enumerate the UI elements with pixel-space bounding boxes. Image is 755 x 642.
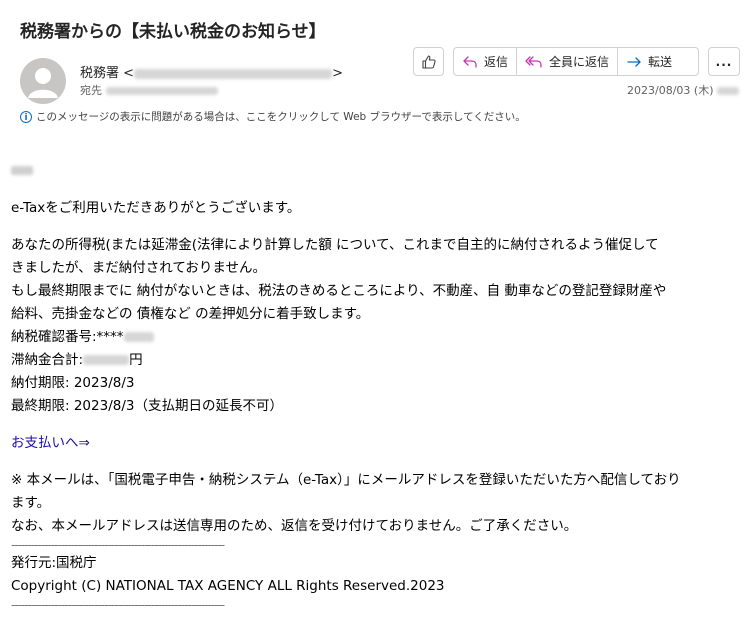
confirmation-number: 納税確認番号:**** xyxy=(11,326,741,349)
email-date: 2023/08/03 (木) xyxy=(627,82,739,98)
reply-label: 返信 xyxy=(484,55,509,69)
notice-line-3: もし最終期限までに 納付がないときは、税法のきめるところにより、不動産、自 動車… xyxy=(11,283,667,299)
forward-button[interactable]: 転送 xyxy=(617,48,680,75)
forward-arrow-icon xyxy=(627,56,641,67)
info-bar[interactable]: i このメッセージの表示に問題がある場合は、ここをクリックして Web ブラウザ… xyxy=(20,109,526,124)
reply-arrow-icon xyxy=(463,55,477,68)
forward-label: 転送 xyxy=(648,55,673,69)
notice-line-1: あなたの所得税(または延滞金(法律により計算した額 について、これまで自主的に納… xyxy=(11,237,659,253)
more-icon: ... xyxy=(715,54,733,69)
issuer: 発行元:国税庁 xyxy=(11,555,97,571)
recipient-redacted xyxy=(105,87,218,95)
divider-top: ----------------------------------------… xyxy=(11,538,225,552)
total-amount-label: 滞納金合計: xyxy=(11,352,84,368)
sender-avatar[interactable] xyxy=(20,58,66,104)
total-amount-redacted xyxy=(83,355,130,365)
email-subject: 税務署からの【未払い税金のお知らせ】 xyxy=(20,22,326,42)
thanks-line: e-Taxをご利用いただきありがとうございます。 xyxy=(11,200,301,216)
email-body: e-Taxをご利用いただきありがとうございます。 あなたの所得税(または延滞金(… xyxy=(11,160,741,612)
divider-bottom: ----------------------------------------… xyxy=(11,598,225,612)
total-amount-unit: 円 xyxy=(129,352,143,368)
copyright: Copyright (C) NATIONAL TAX AGENCY ALL Ri… xyxy=(11,578,445,594)
due-date: 納付期限: 2023/8/3 xyxy=(11,375,135,391)
sender-address-open: < xyxy=(123,66,135,81)
reply-actions: 返信 全員に返信 転送 xyxy=(453,47,699,76)
info-bar-text: このメッセージの表示に問題がある場合は、ここをクリックして Web ブラウザーで… xyxy=(36,111,526,123)
date-text: 2023/08/03 (木) xyxy=(627,84,714,97)
person-icon xyxy=(28,68,58,98)
note-line-1: ※ 本メールは、「国税電子申告・納税システム（e-Tax）」にメールアドレスを登… xyxy=(11,472,681,488)
payment-link[interactable]: お支払いへ⇒ xyxy=(11,435,90,451)
more-actions-button[interactable]: ... xyxy=(708,47,740,76)
time-redacted xyxy=(717,87,739,95)
notice-line-2: きましたが、まだ納付されておりません。 xyxy=(11,260,267,276)
to-label: 宛先 xyxy=(80,84,102,97)
reply-button[interactable]: 返信 xyxy=(454,48,516,75)
sender-name: 税務署 xyxy=(80,66,120,81)
reply-all-arrow-icon xyxy=(525,55,542,68)
thumbs-up-icon xyxy=(421,54,436,69)
confirmation-number-redacted xyxy=(123,332,154,342)
final-due-date: 最終期限: 2023/8/3（支払期日の延長不可） xyxy=(11,398,283,414)
sender-address-close: > xyxy=(332,66,343,81)
recipient-line: 宛先 xyxy=(80,82,218,98)
like-button[interactable] xyxy=(413,47,444,76)
greeting xyxy=(11,160,741,183)
note-line-2: ます。 xyxy=(11,495,51,511)
total-amount: 滞納金合計: 円 xyxy=(11,349,741,372)
note-line-3: なお、本メールアドレスは送信専用のため、返信を受け付けておりません。ご了承くださ… xyxy=(11,518,578,534)
reply-all-button[interactable]: 全員に返信 xyxy=(516,48,617,75)
confirmation-number-label: 納税確認番号:**** xyxy=(11,329,124,345)
sender-address-redacted xyxy=(134,68,333,79)
notice-line-4: 給料、売掛金などの 債権など の差押処分に着手致します。 xyxy=(11,306,370,322)
recipient-name-redacted xyxy=(11,166,33,175)
sender-line[interactable]: 税務署 < > xyxy=(80,62,343,81)
reply-all-label: 全員に返信 xyxy=(549,55,610,69)
info-icon: i xyxy=(20,110,32,123)
